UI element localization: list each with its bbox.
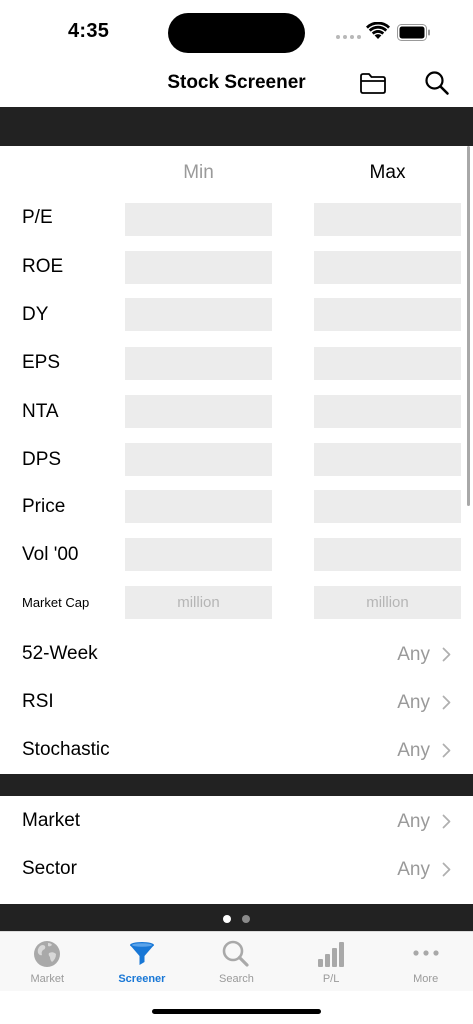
selector-52-week[interactable]: 52-Week Any [0,632,473,678]
folder-icon[interactable] [359,71,387,95]
chevron-right-icon [442,695,451,710]
dynamic-island [168,13,305,53]
tab-label: P/L [322,973,340,985]
selector-label: RSI [22,691,54,712]
nta-min-field[interactable] [125,395,272,428]
scroll-indicator [467,146,470,506]
range-label-volume: Vol '00 [22,544,79,565]
funnel-icon [129,942,154,965]
dy-max-field[interactable] [314,298,461,331]
page-title: Stock Screener [167,72,306,93]
chevron-right-icon [442,647,451,662]
selector-value: Any [397,811,430,832]
dps-min-field[interactable] [125,443,272,476]
range-label-pe: P/E [22,207,53,228]
navigation-bar: Stock Screener [0,62,473,107]
volume-max-field[interactable] [314,538,461,571]
page-control[interactable] [0,906,473,931]
range-label-market-cap: Market Cap [22,595,90,610]
selector-value: Any [397,740,430,761]
tab-search[interactable]: Search [189,932,284,991]
range-label-dy: DY [22,304,49,325]
dy-min-field[interactable] [125,298,272,331]
chevron-right-icon [442,743,451,758]
volume-min-field[interactable] [125,538,272,571]
price-min-field[interactable] [125,490,272,523]
wifi-icon [366,22,390,39]
cellular-signal-icon [336,35,361,39]
pe-min-field[interactable] [125,203,272,236]
selector-rsi[interactable]: RSI Any [0,680,473,726]
status-bar: 4:35 [0,0,473,62]
tab-more[interactable]: More [378,932,473,991]
selector-stochastic[interactable]: Stochastic Any [0,728,473,774]
tab-screener[interactable]: Screener [95,932,190,991]
range-label-price: Price [22,496,66,517]
roe-max-field[interactable] [314,251,461,284]
section-divider [0,107,473,146]
tab-pl[interactable]: P/L [284,932,379,991]
page-dot-active[interactable] [223,914,231,923]
more-dots-icon [413,950,439,956]
tab-bar: Market Screener Search P/L More [0,931,473,991]
section-divider [0,774,473,796]
selector-label: 52-Week [22,643,98,664]
bar-chart-icon [318,942,345,967]
selector-market[interactable]: Market Any [0,799,473,845]
eps-min-field[interactable] [125,347,272,380]
selector-value: Any [397,692,430,713]
selector-label: Market [22,810,81,831]
selector-value: Any [397,644,430,665]
range-label-dps: DPS [22,449,62,470]
range-label-nta: NTA [22,401,59,422]
roe-min-field[interactable] [125,251,272,284]
tab-label: Screener [118,973,166,985]
max-column-header: Max [369,162,406,183]
pe-max-field[interactable] [314,203,461,236]
home-indicator [152,1009,321,1014]
selector-label: Sector [22,858,77,879]
chevron-right-icon [442,814,451,829]
battery-icon [397,24,430,41]
selector-sector[interactable]: Sector Any [0,847,473,893]
chevron-right-icon [442,862,451,877]
range-label-eps: EPS [22,352,61,373]
selector-value: Any [397,859,430,880]
market-cap-max-field[interactable]: million [314,586,461,619]
search-icon[interactable] [424,70,450,96]
nta-max-field[interactable] [314,395,461,428]
globe-icon [34,941,61,967]
search-icon [223,940,250,967]
range-label-roe: ROE [22,256,64,277]
tab-label: Market [30,973,65,985]
tab-market[interactable]: Market [0,932,95,991]
min-column-header: Min [183,162,214,183]
tab-label: Search [219,973,254,985]
price-max-field[interactable] [314,490,461,523]
dps-max-field[interactable] [314,443,461,476]
tab-label: More [413,973,439,985]
market-cap-min-field[interactable]: million [125,586,272,619]
eps-max-field[interactable] [314,347,461,380]
selector-label: Stochastic [22,739,110,760]
page-dot[interactable] [242,914,250,923]
status-time: 4:35 [68,20,110,42]
